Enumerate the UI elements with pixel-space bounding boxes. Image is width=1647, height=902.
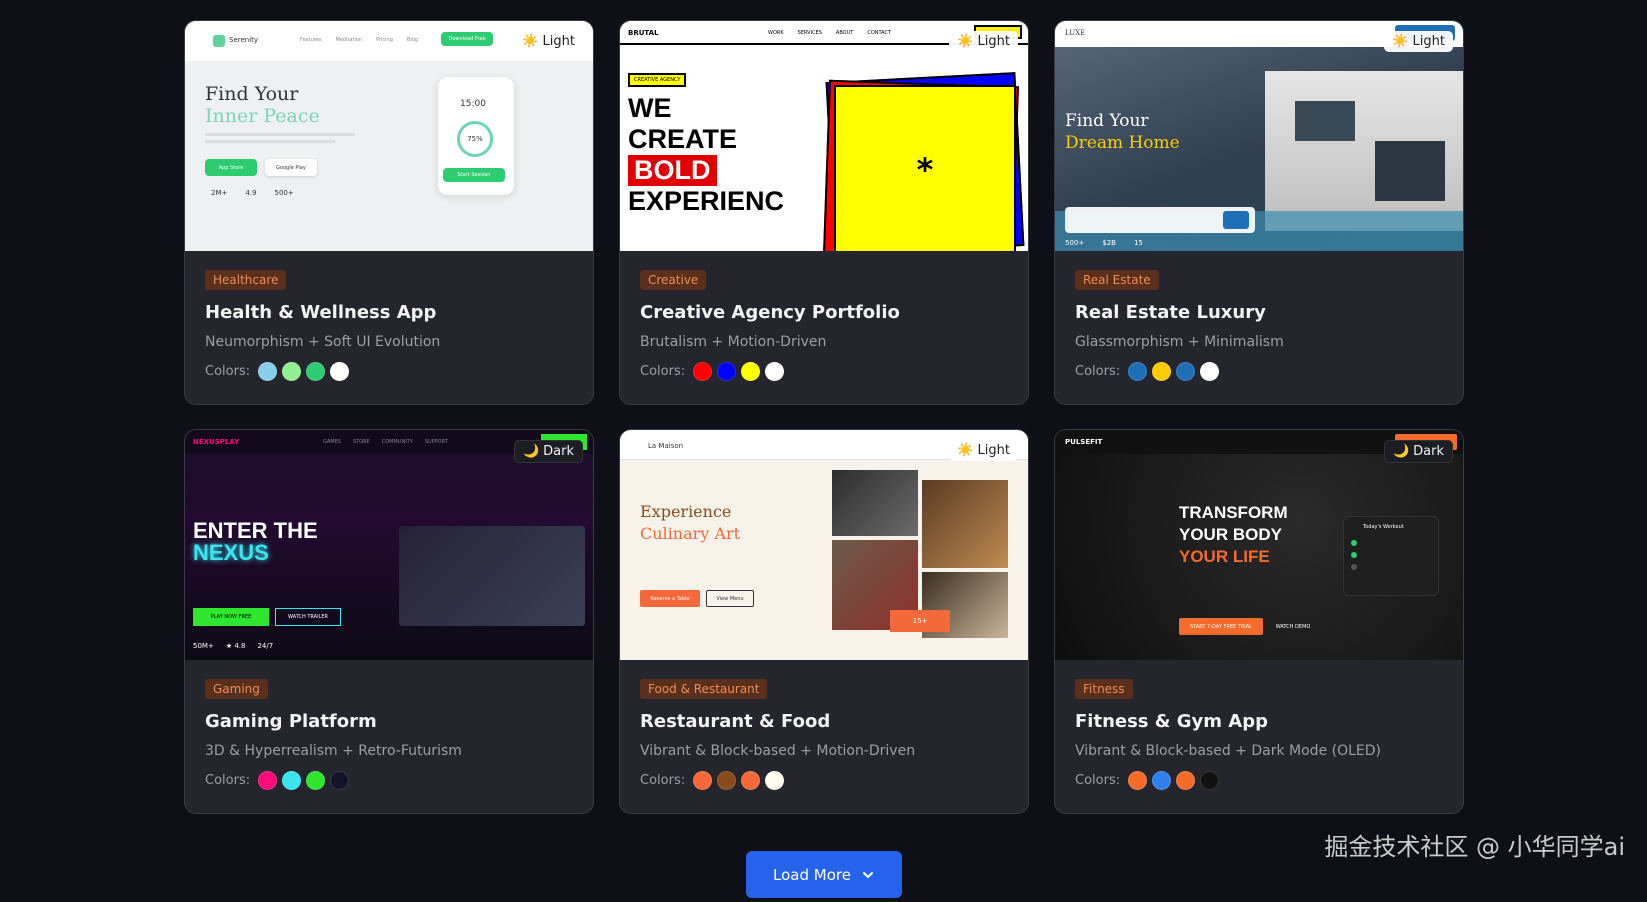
color-palette: Colors: bbox=[640, 362, 1008, 381]
color-palette: Colors: bbox=[205, 362, 573, 381]
color-swatch bbox=[717, 362, 737, 381]
mode-badge: ☀️ Light bbox=[949, 31, 1018, 52]
card-title: Creative Agency Portfolio bbox=[640, 302, 900, 323]
color-swatch bbox=[1128, 771, 1148, 790]
category-tag: Gaming bbox=[205, 679, 268, 699]
color-swatch bbox=[306, 362, 326, 381]
color-swatch bbox=[282, 362, 302, 381]
load-more-label: Load More bbox=[773, 865, 851, 884]
color-swatch bbox=[282, 771, 302, 790]
card-title: Real Estate Luxury bbox=[1075, 302, 1266, 323]
template-card[interactable]: LUXE Find Your Dream Home 500+ $2B 15 ☀️ Li… bbox=[1054, 20, 1464, 405]
color-swatch bbox=[1200, 362, 1220, 381]
color-swatch bbox=[717, 771, 737, 790]
color-swatch bbox=[258, 771, 278, 790]
category-tag: Real Estate bbox=[1075, 270, 1159, 290]
sun-icon: ☀️ bbox=[957, 34, 974, 49]
mode-badge: ☀️ Light bbox=[514, 31, 583, 52]
color-swatch bbox=[1152, 362, 1172, 381]
color-swatch bbox=[741, 771, 761, 790]
color-swatch bbox=[330, 771, 350, 790]
card-preview: NEXUSPLAY GAMES STORE COMMUNITY SUPPORT ENT… bbox=[185, 430, 593, 660]
color-swatch bbox=[306, 771, 326, 790]
mode-badge: 🌙 Dark bbox=[1383, 440, 1453, 463]
card-preview: BRUTAL WORK SERVICES ABOUT CONTACT CREATIVE… bbox=[620, 21, 1028, 251]
card-preview: LUXE Find Your Dream Home 500+ $2B 15 bbox=[1055, 21, 1463, 251]
sun-icon: ☀️ bbox=[957, 443, 974, 458]
mode-badge: ☀️ Light bbox=[949, 440, 1018, 461]
card-preview: Serenity Features Meditation Pricing Blog D… bbox=[185, 21, 593, 251]
preview-brand: Serenity bbox=[229, 36, 259, 44]
template-card[interactable]: BRUTAL WORK SERVICES ABOUT CONTACT CREATIVE… bbox=[619, 20, 1029, 405]
template-card[interactable]: Serenity Features Meditation Pricing Blog D… bbox=[184, 20, 594, 405]
card-preview: PULSEFIT TRANSFORM YOUR BODY YOUR LIFE S… bbox=[1055, 430, 1463, 660]
chevron-down-icon bbox=[862, 871, 873, 878]
color-palette: Colors: bbox=[1075, 362, 1443, 381]
color-swatch bbox=[741, 362, 761, 381]
category-tag: Healthcare bbox=[205, 270, 287, 290]
card-style: Vibrant & Block-based + Motion-Driven bbox=[640, 743, 916, 759]
card-style: 3D & Hyperrealism + Retro-Futurism bbox=[205, 743, 462, 759]
load-more-button[interactable]: Load More bbox=[746, 851, 902, 898]
mode-badge: ☀️ Light bbox=[1384, 31, 1453, 52]
watermark: 掘金技术社区 @ 小华同学ai bbox=[1324, 833, 1625, 861]
category-tag: Food & Restaurant bbox=[640, 679, 768, 699]
moon-icon: 🌙 bbox=[1392, 444, 1410, 459]
template-grid: Serenity Features Meditation Pricing Blog D… bbox=[184, 20, 1464, 814]
color-swatch bbox=[258, 362, 278, 381]
color-swatch bbox=[1152, 771, 1172, 790]
sun-icon: ☀️ bbox=[522, 34, 539, 49]
category-tag: Creative bbox=[640, 270, 707, 290]
color-swatch bbox=[1200, 771, 1220, 790]
card-preview: La Maison Experience Culinary Art Reserv… bbox=[620, 430, 1028, 660]
color-swatch bbox=[693, 362, 713, 381]
card-title: Gaming Platform bbox=[205, 711, 377, 732]
color-palette: Colors: bbox=[205, 771, 573, 790]
card-title: Health & Wellness App bbox=[205, 302, 437, 323]
color-swatch bbox=[1128, 362, 1148, 381]
template-card[interactable]: NEXUSPLAY GAMES STORE COMMUNITY SUPPORT ENT… bbox=[184, 429, 594, 814]
color-swatch bbox=[330, 362, 350, 381]
color-swatch bbox=[693, 771, 713, 790]
color-swatch bbox=[1176, 362, 1196, 381]
template-card[interactable]: La Maison Experience Culinary Art Reserv… bbox=[619, 429, 1029, 814]
color-palette: Colors: bbox=[640, 771, 1008, 790]
mode-badge: 🌙 Dark bbox=[513, 440, 583, 463]
template-card[interactable]: PULSEFIT TRANSFORM YOUR BODY YOUR LIFE S… bbox=[1054, 429, 1464, 814]
card-title: Fitness & Gym App bbox=[1075, 711, 1268, 732]
color-swatch bbox=[765, 362, 785, 381]
card-style: Glassmorphism + Minimalism bbox=[1075, 334, 1284, 350]
sun-icon: ☀️ bbox=[1392, 34, 1409, 49]
color-swatch bbox=[765, 771, 785, 790]
card-style: Neumorphism + Soft UI Evolution bbox=[205, 334, 441, 350]
moon-icon: 🌙 bbox=[522, 444, 540, 459]
card-style: Vibrant & Block-based + Dark Mode (OLED) bbox=[1075, 743, 1382, 759]
color-palette: Colors: bbox=[1075, 771, 1443, 790]
color-swatch bbox=[1176, 771, 1196, 790]
category-tag: Fitness bbox=[1075, 679, 1133, 699]
card-style: Brutalism + Motion-Driven bbox=[640, 334, 827, 350]
card-title: Restaurant & Food bbox=[640, 711, 831, 732]
